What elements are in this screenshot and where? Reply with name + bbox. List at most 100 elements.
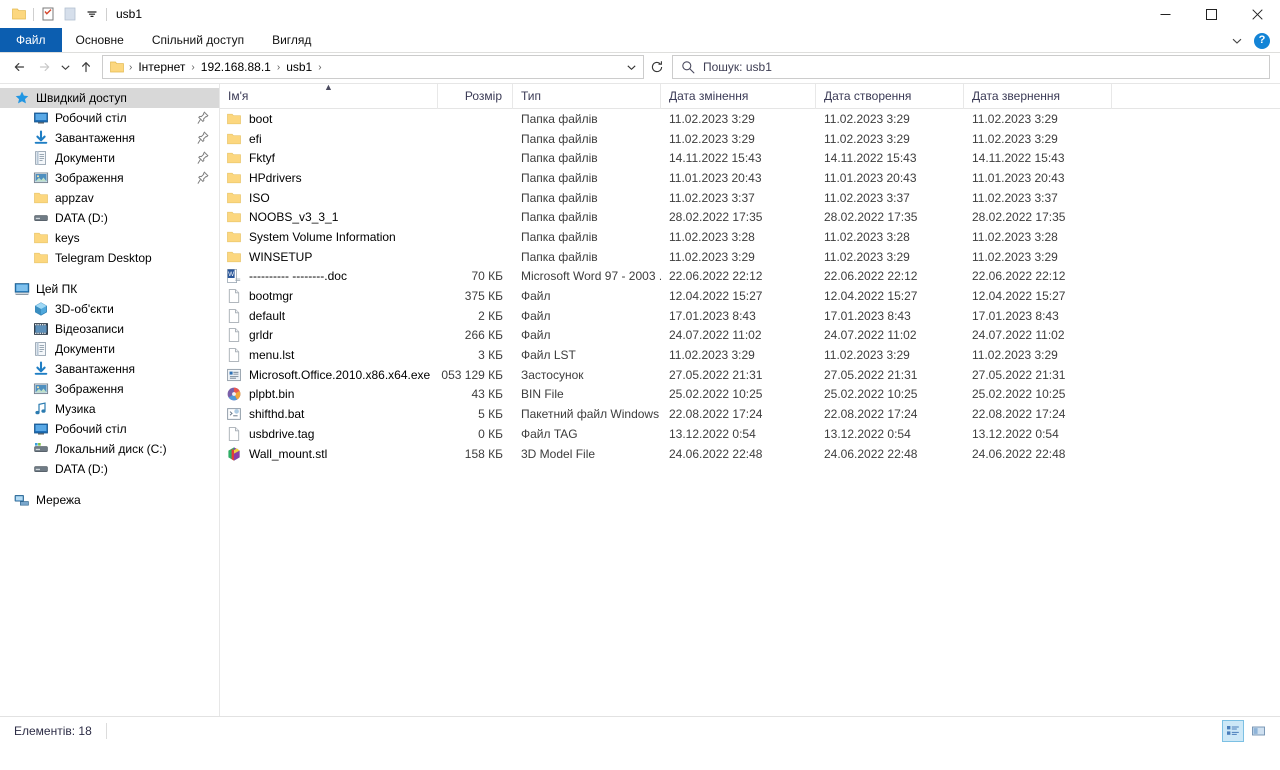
minimize-button[interactable] (1142, 0, 1188, 28)
table-row[interactable]: grldr 266 КБ Файл 24.07.2022 11:02 24.07.202… (220, 326, 1280, 346)
navigation-pane[interactable]: Швидкий доступ Робочий стіл Завантаження До… (0, 84, 220, 716)
address-bar[interactable]: › Інтернет › 192.168.88.1 › usb1 › (102, 55, 644, 79)
column-header-2[interactable]: Тип (513, 84, 661, 109)
file-name-cell[interactable]: menu.lst (220, 347, 438, 363)
file-name-cell[interactable]: Microsoft.Office.2010.x86.x64.exe (220, 367, 438, 383)
file-name-cell[interactable]: bootmgr (220, 288, 438, 304)
column-header-0[interactable]: Ім'я ▲ (220, 84, 438, 109)
pin-icon[interactable] (197, 171, 209, 185)
breadcrumb-item-host[interactable]: 192.168.88.1 (197, 58, 275, 76)
back-button[interactable] (8, 55, 32, 79)
pin-icon[interactable] (197, 151, 209, 165)
maximize-button[interactable] (1188, 0, 1234, 28)
sidebar-item-завантаження[interactable]: Завантаження (0, 128, 219, 148)
close-button[interactable] (1234, 0, 1280, 28)
sidebar-item-швидкий-доступ[interactable]: Швидкий доступ (0, 88, 219, 108)
file-name-cell[interactable]: ISO (220, 190, 438, 206)
sidebar-item-завантаження[interactable]: Завантаження (0, 359, 219, 379)
table-row[interactable]: menu.lst 3 КБ Файл LST 11.02.2023 3:29 11.02… (220, 345, 1280, 365)
table-row[interactable]: boot Папка файлів 11.02.2023 3:29 11.02.202… (220, 109, 1280, 129)
sidebar-item-зображення[interactable]: Зображення (0, 168, 219, 188)
up-button[interactable] (74, 55, 98, 79)
table-row[interactable]: System Volume Information Папка файлів 11.… (220, 227, 1280, 247)
sidebar-item-документи[interactable]: Документи (0, 339, 219, 359)
recent-locations-icon[interactable] (56, 55, 74, 79)
sidebar-item-відеозаписи[interactable]: Відеозаписи (0, 319, 219, 339)
sidebar-item-appzav[interactable]: appzav (0, 188, 219, 208)
sidebar-item-telegram-desktop[interactable]: Telegram Desktop (0, 248, 219, 268)
sidebar-item-робочий-стіл[interactable]: Робочий стіл (0, 419, 219, 439)
help-icon[interactable]: ? (1254, 32, 1270, 49)
sidebar-item-локальний-диск-c[interactable]: Локальний диск (C:) (0, 439, 219, 459)
table-row[interactable]: default 2 КБ Файл 17.01.2023 8:43 17.01.2023… (220, 306, 1280, 326)
sidebar-item-документи[interactable]: Документи (0, 148, 219, 168)
file-name-cell[interactable]: usbdrive.tag (220, 426, 438, 442)
breadcrumb-separator-2[interactable]: › (275, 62, 282, 73)
file-name-cell[interactable]: shifthd.bat (220, 406, 438, 422)
folder-icon[interactable] (8, 3, 30, 25)
breadcrumb-folder-icon[interactable] (108, 59, 127, 75)
table-row[interactable]: bootmgr 375 КБ Файл 12.04.2022 15:27 12.04.2… (220, 286, 1280, 306)
column-header-1[interactable]: Розмір (438, 84, 513, 109)
sidebar-item-зображення[interactable]: Зображення (0, 379, 219, 399)
tab-share[interactable]: Спільний доступ (138, 28, 258, 52)
tab-home[interactable]: Основне (62, 28, 138, 52)
new-folder-icon[interactable] (59, 3, 81, 25)
sidebar-item-мережа[interactable]: Мережа (0, 490, 219, 510)
sidebar-item-3d-об-єкти[interactable]: 3D-об'єкти (0, 299, 219, 319)
refresh-button[interactable] (644, 55, 670, 79)
table-row[interactable]: Wall_mount.stl 158 КБ 3D Model File 24.06.2… (220, 444, 1280, 464)
properties-icon[interactable] (37, 3, 59, 25)
breadcrumb-item-internet[interactable]: Інтернет (134, 58, 189, 76)
table-row[interactable]: NOOBS_v3_3_1 Папка файлів 28.02.2022 17:35… (220, 207, 1280, 227)
column-header-3[interactable]: Дата змінення (661, 84, 816, 109)
chevron-down-icon[interactable] (1226, 30, 1248, 52)
column-header-5[interactable]: Дата звернення (964, 84, 1112, 109)
pin-icon[interactable] (197, 111, 209, 125)
details-view-button[interactable] (1222, 720, 1244, 742)
file-name-cell[interactable]: System Volume Information (220, 229, 438, 245)
file-name-cell[interactable]: grldr (220, 327, 438, 343)
table-row[interactable]: efi Папка файлів 11.02.2023 3:29 11.02.2023… (220, 129, 1280, 149)
customize-dropdown-icon[interactable] (81, 3, 103, 25)
file-name-cell[interactable]: Fktyf (220, 150, 438, 166)
sidebar-item-data-d[interactable]: DATA (D:) (0, 208, 219, 228)
large-icons-view-button[interactable] (1248, 720, 1270, 742)
column-header-4[interactable]: Дата створення (816, 84, 964, 109)
sidebar-item-музика[interactable]: Музика (0, 399, 219, 419)
file-rows[interactable]: boot Папка файлів 11.02.2023 3:29 11.02.202… (220, 109, 1280, 716)
sidebar-item-label: Музика (55, 402, 96, 416)
file-name-cell[interactable]: NOOBS_v3_3_1 (220, 209, 438, 225)
pin-icon[interactable] (197, 131, 209, 145)
file-name-cell[interactable]: default (220, 308, 438, 324)
table-row[interactable]: Microsoft.Office.2010.x86.x64.exe 4 053 1… (220, 365, 1280, 385)
breadcrumb-separator-1[interactable]: › (189, 62, 196, 73)
table-row[interactable]: WINSETUP Папка файлів 11.02.2023 3:29 11.02… (220, 247, 1280, 267)
sidebar-item-робочий-стіл[interactable]: Робочий стіл (0, 108, 219, 128)
table-row[interactable]: W ---------- --------.doc 70 КБ Microsoft W… (220, 267, 1280, 287)
file-name-cell[interactable]: W ---------- --------.doc (220, 268, 438, 284)
file-name-cell[interactable]: efi (220, 131, 438, 147)
sidebar-item-label: Зображення (55, 171, 124, 185)
file-name-cell[interactable]: Wall_mount.stl (220, 446, 438, 462)
tab-view[interactable]: Вигляд (258, 28, 325, 52)
search-input[interactable]: Пошук: usb1 (672, 55, 1270, 79)
sidebar-item-цей-пк[interactable]: Цей ПК (0, 279, 219, 299)
tab-file[interactable]: Файл (0, 28, 62, 52)
forward-button[interactable] (32, 55, 56, 79)
address-dropdown-icon[interactable] (621, 56, 641, 78)
file-name-cell[interactable]: plpbt.bin (220, 386, 438, 402)
table-row[interactable]: usbdrive.tag 0 КБ Файл TAG 13.12.2022 0:54 1… (220, 424, 1280, 444)
table-row[interactable]: ISO Папка файлів 11.02.2023 3:37 11.02.2023… (220, 188, 1280, 208)
table-row[interactable]: Fktyf Папка файлів 14.11.2022 15:43 14.11.2… (220, 148, 1280, 168)
sidebar-item-keys[interactable]: keys (0, 228, 219, 248)
file-name-cell[interactable]: WINSETUP (220, 249, 438, 265)
table-row[interactable]: shifthd.bat 5 КБ Пакетний файл Windows 22.0… (220, 404, 1280, 424)
table-row[interactable]: HPdrivers Папка файлів 11.01.2023 20:43 11.… (220, 168, 1280, 188)
sidebar-item-data-d[interactable]: DATA (D:) (0, 459, 219, 479)
breadcrumb-item-usb1[interactable]: usb1 (282, 58, 316, 76)
breadcrumb-separator-3[interactable]: › (316, 62, 323, 73)
table-row[interactable]: plpbt.bin 43 КБ BIN File 25.02.2022 10:25 25… (220, 385, 1280, 405)
file-name-cell[interactable]: HPdrivers (220, 170, 438, 186)
file-name-cell[interactable]: boot (220, 111, 438, 127)
